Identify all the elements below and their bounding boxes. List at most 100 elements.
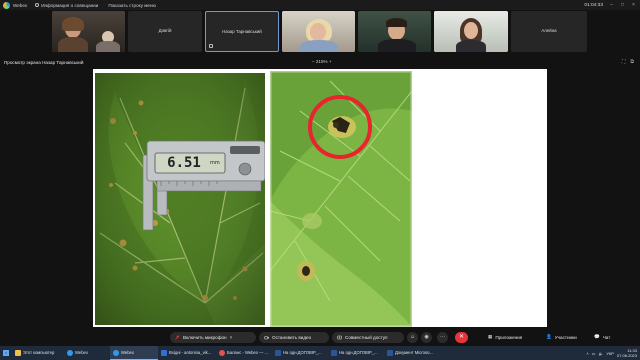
close-icon[interactable]: ×: [631, 2, 636, 8]
participant-tile-video[interactable]: [358, 11, 431, 52]
screen-share-viewer-label: Просмотр экрана Назар Тарнавський: [4, 59, 84, 65]
more-label: ···: [440, 334, 445, 340]
mute-button[interactable]: Включить микрофон ˅: [170, 332, 256, 343]
word-icon: [387, 349, 393, 356]
popout-icon[interactable]: ⧉: [630, 59, 634, 65]
start-button[interactable]: [0, 346, 12, 360]
mute-label: Включить микрофон: [183, 335, 227, 340]
minimize-icon[interactable]: –: [609, 2, 614, 8]
taskbar-item-label: Баланс - Webex — ...: [227, 350, 268, 355]
stop-video-label: Остановить видео: [272, 335, 312, 340]
taskbar-item[interactable]: Вхідні - antonina_vik...: [158, 346, 216, 360]
taskbar-item[interactable]: Этот компьютер: [12, 346, 64, 360]
participant-tile-nazar[interactable]: Назар Тарнавський: [205, 11, 279, 52]
chat-button[interactable]: 💬 Чат: [594, 334, 610, 340]
participant-name: Довгій: [158, 28, 172, 33]
participant-tile-aleina[interactable]: Алейна: [511, 11, 587, 52]
participant-tile-video[interactable]: [282, 11, 355, 52]
participant-body: [300, 40, 338, 52]
taskbar-item-label: Webex: [121, 350, 134, 355]
more-options-button[interactable]: ···: [437, 332, 448, 343]
participant-body: [378, 39, 416, 52]
webex-icon: [113, 349, 119, 356]
apps-label: Приложения: [495, 334, 523, 340]
meeting-controls: Включить микрофон ˅ Остановить видео Сов…: [0, 328, 640, 346]
participants-button[interactable]: 👤 Участники: [546, 334, 577, 340]
taskbar-item-active[interactable]: Webex: [110, 346, 158, 360]
word-icon: [275, 349, 281, 356]
smiley-icon: ☺: [409, 334, 416, 340]
word-icon: [331, 349, 337, 356]
participant-tile-video[interactable]: [434, 11, 508, 52]
taskbar-item[interactable]: На одн.ДОГОВІР_...: [328, 346, 384, 360]
chevron-down-icon[interactable]: ˅: [230, 335, 233, 340]
stop-video-button[interactable]: Остановить видео: [259, 332, 329, 343]
webex-icon: [67, 349, 73, 356]
video-camera-icon: [264, 336, 269, 340]
participant-name: Алейна: [541, 28, 557, 33]
reactions-button[interactable]: ☺: [407, 332, 418, 343]
apps-grid-icon: ▦: [488, 334, 493, 339]
close-icon: ✕: [458, 334, 465, 340]
taskbar-item-label: Вхідні - antonina_vik...: [169, 350, 212, 355]
fullscreen-icon[interactable]: ⛶: [622, 59, 626, 65]
taskbar-item-label: На одн.ДОГОВІР_...: [283, 350, 322, 355]
taskbar-item[interactable]: Баланс - Webex — ...: [216, 346, 272, 360]
volume-icon[interactable]: 🔈: [598, 351, 603, 356]
leaf-caliper-photo: 6.51 mm: [95, 73, 265, 325]
participant-tile-dovgii[interactable]: Довгій: [128, 11, 202, 52]
chat-label: Чат: [602, 334, 611, 340]
zoom-level: 215%: [315, 59, 328, 64]
show-menu-bar-button[interactable]: Показать строку меню: [108, 3, 156, 8]
leaf-caliper-drawing: [95, 73, 265, 325]
leaf-lesion-photo: [270, 71, 412, 327]
share-button[interactable]: Совместный доступ: [332, 332, 404, 343]
share-screen-icon: [337, 335, 342, 340]
maximize-icon[interactable]: □: [620, 2, 625, 8]
record-icon: ◉: [424, 334, 429, 340]
leaf-lesion-drawing: [270, 71, 412, 327]
participant-strip: Довгій Назар Тарнавський Алейна: [0, 11, 640, 54]
taskbar-item[interactable]: Webex: [64, 346, 110, 360]
participant-body: [456, 40, 486, 52]
taskbar-item[interactable]: На одн.ДОГОВІР_...: [272, 346, 328, 360]
shared-screen-slide: 6.51 mm: [93, 69, 547, 327]
microphone-muted-icon: [175, 335, 180, 340]
language-indicator[interactable]: УКР: [606, 351, 614, 356]
chevron-up-icon[interactable]: ˄: [586, 351, 588, 356]
participant-face: [310, 23, 326, 41]
apps-button[interactable]: ▦ Приложения: [488, 334, 522, 340]
windows-taskbar: Этот компьютер Webex Webex Вхідні - anto…: [0, 346, 640, 360]
taskbar-item-label: Этот компьютер: [23, 350, 55, 355]
end-call-button[interactable]: ✕: [455, 332, 468, 343]
recorder-button[interactable]: ◉: [421, 332, 432, 343]
webex-logo-icon: [3, 1, 10, 9]
meeting-info-button[interactable]: Информация о совещании: [35, 3, 98, 8]
taskbar-item-label: На одн.ДОГОВІР_...: [339, 350, 378, 355]
taskbar-item[interactable]: Документ Microso...: [384, 346, 442, 360]
app-title: Webex: [13, 2, 28, 8]
taskbar-item-label: Документ Microso...: [395, 350, 433, 355]
participant-hair: [62, 17, 84, 31]
share-indicator-icon: [209, 44, 213, 48]
info-icon: [35, 3, 40, 7]
participant-second-body: [96, 41, 120, 52]
taskbar-item-label: Webex: [75, 350, 88, 355]
folder-icon: [15, 349, 21, 356]
mail-icon: [161, 349, 167, 356]
taskbar-clock[interactable]: 11:33 07.06.2023: [617, 348, 637, 358]
network-icon[interactable]: ▭: [592, 351, 596, 356]
share-label: Совместный доступ: [345, 335, 388, 340]
caliper-unit: mm: [210, 160, 220, 166]
webex-meeting-window: Webex Информация о совещании Показать ст…: [0, 0, 640, 360]
meeting-timer: 01:04:33: [584, 2, 603, 8]
participant-body: [58, 37, 88, 52]
participants-icon: 👤: [546, 334, 552, 339]
browser-icon: [219, 349, 225, 356]
caliper-reading: 6.51: [167, 155, 201, 171]
zoom-level-dropdown[interactable]: – 215% +: [312, 59, 332, 64]
participant-tile-video[interactable]: [52, 11, 125, 52]
participant-face: [464, 22, 478, 39]
participant-hair: [386, 18, 407, 27]
taskbar-date: 07.06.2023: [616, 353, 637, 358]
